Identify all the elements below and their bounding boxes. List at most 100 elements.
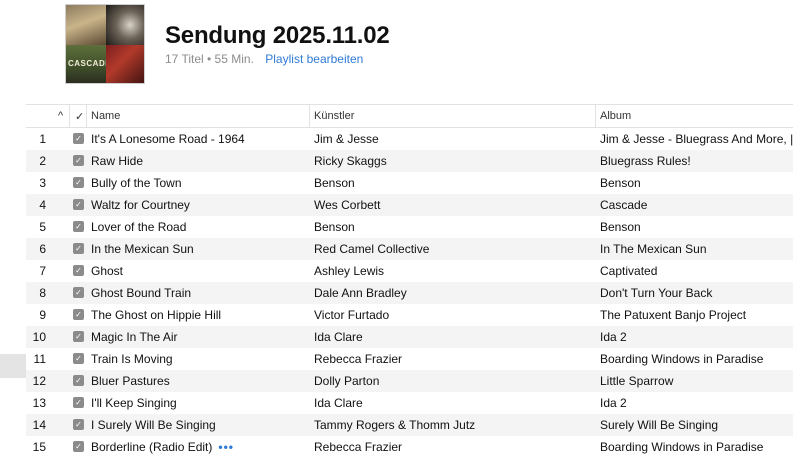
track-checkbox[interactable]: ✓ [73, 441, 84, 452]
track-checkbox[interactable]: ✓ [73, 309, 84, 320]
table-row[interactable]: 8 ✓ Ghost Bound Train Dale Ann Bradley Don't… [26, 282, 793, 304]
track-number: 15 [32, 440, 46, 454]
track-name: Raw Hide [91, 154, 311, 168]
track-list: 1 ✓ It's A Lonesome Road - 1964 Jim & Jesse… [26, 128, 793, 458]
table-row[interactable]: 3 ✓ Bully of the Town Benson Benson [26, 172, 793, 194]
edit-playlist-link[interactable]: Playlist bearbeiten [265, 52, 363, 66]
track-checkbox[interactable]: ✓ [73, 419, 84, 430]
album-cover-4 [106, 45, 144, 83]
track-artist: Dolly Parton [314, 374, 380, 388]
track-name-text: Ghost [91, 264, 124, 278]
cover-text: CASCADE [68, 59, 106, 68]
more-options-icon[interactable]: ••• [218, 440, 234, 454]
track-number: 6 [39, 242, 46, 256]
track-album: Boarding Windows in Paradise [600, 440, 764, 454]
track-checkbox[interactable]: ✓ [73, 155, 84, 166]
track-name: It's A Lonesome Road - 1964 [91, 132, 311, 146]
track-artist: Rebecca Frazier [314, 440, 403, 454]
track-album: In The Mexican Sun [600, 242, 707, 256]
track-checkbox[interactable]: ✓ [73, 177, 84, 188]
track-artist: Ricky Skaggs [314, 154, 387, 168]
track-album: Benson [600, 176, 641, 190]
track-name: In the Mexican Sun [91, 242, 311, 256]
track-table: ^ ✓ Name Künstler Album 1 ✓ It's A Lonesom… [26, 104, 793, 458]
track-checkbox[interactable]: ✓ [73, 331, 84, 342]
table-header: ^ ✓ Name Künstler Album [26, 104, 793, 128]
table-row[interactable]: 10 ✓ Magic In The Air Ida Clare Ida 2 [26, 326, 793, 348]
track-name-text: Lover of the Road [91, 220, 187, 234]
track-checkbox[interactable]: ✓ [73, 243, 84, 254]
track-checkbox[interactable]: ✓ [73, 287, 84, 298]
track-number: 13 [32, 396, 46, 410]
playlist-stats: 17 Titel • 55 Min. [165, 52, 254, 66]
track-name-text: Ghost Bound Train [91, 286, 192, 300]
track-checkbox[interactable]: ✓ [73, 375, 84, 386]
track-name: Train Is Moving [91, 352, 311, 366]
track-name-text: It's A Lonesome Road - 1964 [91, 132, 245, 146]
track-checkbox[interactable]: ✓ [73, 397, 84, 408]
track-number: 7 [39, 264, 46, 278]
column-divider [69, 105, 70, 127]
track-checkbox[interactable]: ✓ [73, 221, 84, 232]
track-number: 3 [39, 176, 46, 190]
track-album: Benson [600, 220, 641, 234]
playlist-artwork[interactable]: CASCADE [65, 4, 145, 84]
track-name: Ghost [91, 264, 311, 278]
track-name: Bluer Pastures [91, 374, 311, 388]
table-row[interactable]: 6 ✓ In the Mexican Sun Red Camel Collectiv… [26, 238, 793, 260]
track-album: Cascade [600, 198, 648, 212]
track-artist: Ida Clare [314, 330, 363, 344]
table-row[interactable]: 13 ✓ I'll Keep Singing Ida Clare Ida 2 [26, 392, 793, 414]
track-name: I Surely Will Be Singing [91, 418, 311, 432]
track-artist: Ida Clare [314, 396, 363, 410]
track-number: 14 [32, 418, 46, 432]
table-row[interactable]: 14 ✓ I Surely Will Be Singing Tammy Rogers … [26, 414, 793, 436]
track-checkbox[interactable]: ✓ [73, 265, 84, 276]
track-checkbox[interactable]: ✓ [73, 353, 84, 364]
track-checkbox[interactable]: ✓ [73, 199, 84, 210]
sort-indicator-icon[interactable]: ^ [58, 110, 63, 122]
track-number: 11 [33, 352, 46, 366]
table-row[interactable]: 2 ✓ Raw Hide Ricky Skaggs Bluegrass Rules! [26, 150, 793, 172]
track-name-text: Bully of the Town [91, 176, 182, 190]
column-divider [86, 105, 87, 127]
track-number: 5 [39, 220, 46, 234]
track-checkbox[interactable]: ✓ [73, 133, 84, 144]
track-album: Boarding Windows in Paradise [600, 352, 764, 366]
table-row[interactable]: 11 ✓ Train Is Moving Rebecca Frazier Boardin… [26, 348, 793, 370]
track-album: Ida 2 [600, 330, 627, 344]
table-row[interactable]: 12 ✓ Bluer Pastures Dolly Parton Little Spar… [26, 370, 793, 392]
track-name: Lover of the Road [91, 220, 311, 234]
table-row[interactable]: 1 ✓ It's A Lonesome Road - 1964 Jim & Jesse… [26, 128, 793, 150]
table-row[interactable]: 15 ✓ Borderline (Radio Edit) ••• Rebecca Fra… [26, 436, 793, 458]
column-header-check[interactable]: ✓ [75, 110, 84, 123]
track-name-text: Bluer Pastures [91, 374, 170, 388]
track-name: Ghost Bound Train [91, 286, 311, 300]
track-number: 10 [32, 330, 46, 344]
track-artist: Benson [314, 220, 355, 234]
track-name-text: Train Is Moving [91, 352, 173, 366]
track-album: Jim & Jesse - Bluegrass And More, | [600, 132, 793, 146]
track-artist: Red Camel Collective [314, 242, 430, 256]
column-header-artist[interactable]: Künstler [314, 110, 354, 122]
table-row[interactable]: 4 ✓ Waltz for Courtney Wes Corbett Cascade [26, 194, 793, 216]
track-number: 1 [39, 132, 46, 146]
sidebar-tab[interactable] [0, 354, 26, 378]
track-album: The Patuxent Banjo Project [600, 308, 747, 322]
table-row[interactable]: 9 ✓ The Ghost on Hippie Hill Victor Furtado… [26, 304, 793, 326]
table-row[interactable]: 5 ✓ Lover of the Road Benson Benson [26, 216, 793, 238]
track-album: Little Sparrow [600, 374, 674, 388]
track-name-text: Borderline (Radio Edit) [91, 440, 213, 454]
column-header-name[interactable]: Name [91, 110, 120, 122]
column-divider [595, 105, 596, 127]
column-header-album[interactable]: Album [600, 110, 631, 122]
track-name-text: In the Mexican Sun [91, 242, 194, 256]
track-name-text: The Ghost on Hippie Hill [91, 308, 222, 322]
track-artist: Ashley Lewis [314, 264, 385, 278]
track-name-text: Waltz for Courtney [91, 198, 190, 212]
album-cover-3: CASCADE [66, 45, 106, 83]
track-artist: Dale Ann Bradley [314, 286, 407, 300]
playlist-title: Sendung 2025.11.02 [165, 22, 390, 49]
table-row[interactable]: 7 ✓ Ghost Ashley Lewis Captivated [26, 260, 793, 282]
track-name-text: I'll Keep Singing [91, 396, 177, 410]
